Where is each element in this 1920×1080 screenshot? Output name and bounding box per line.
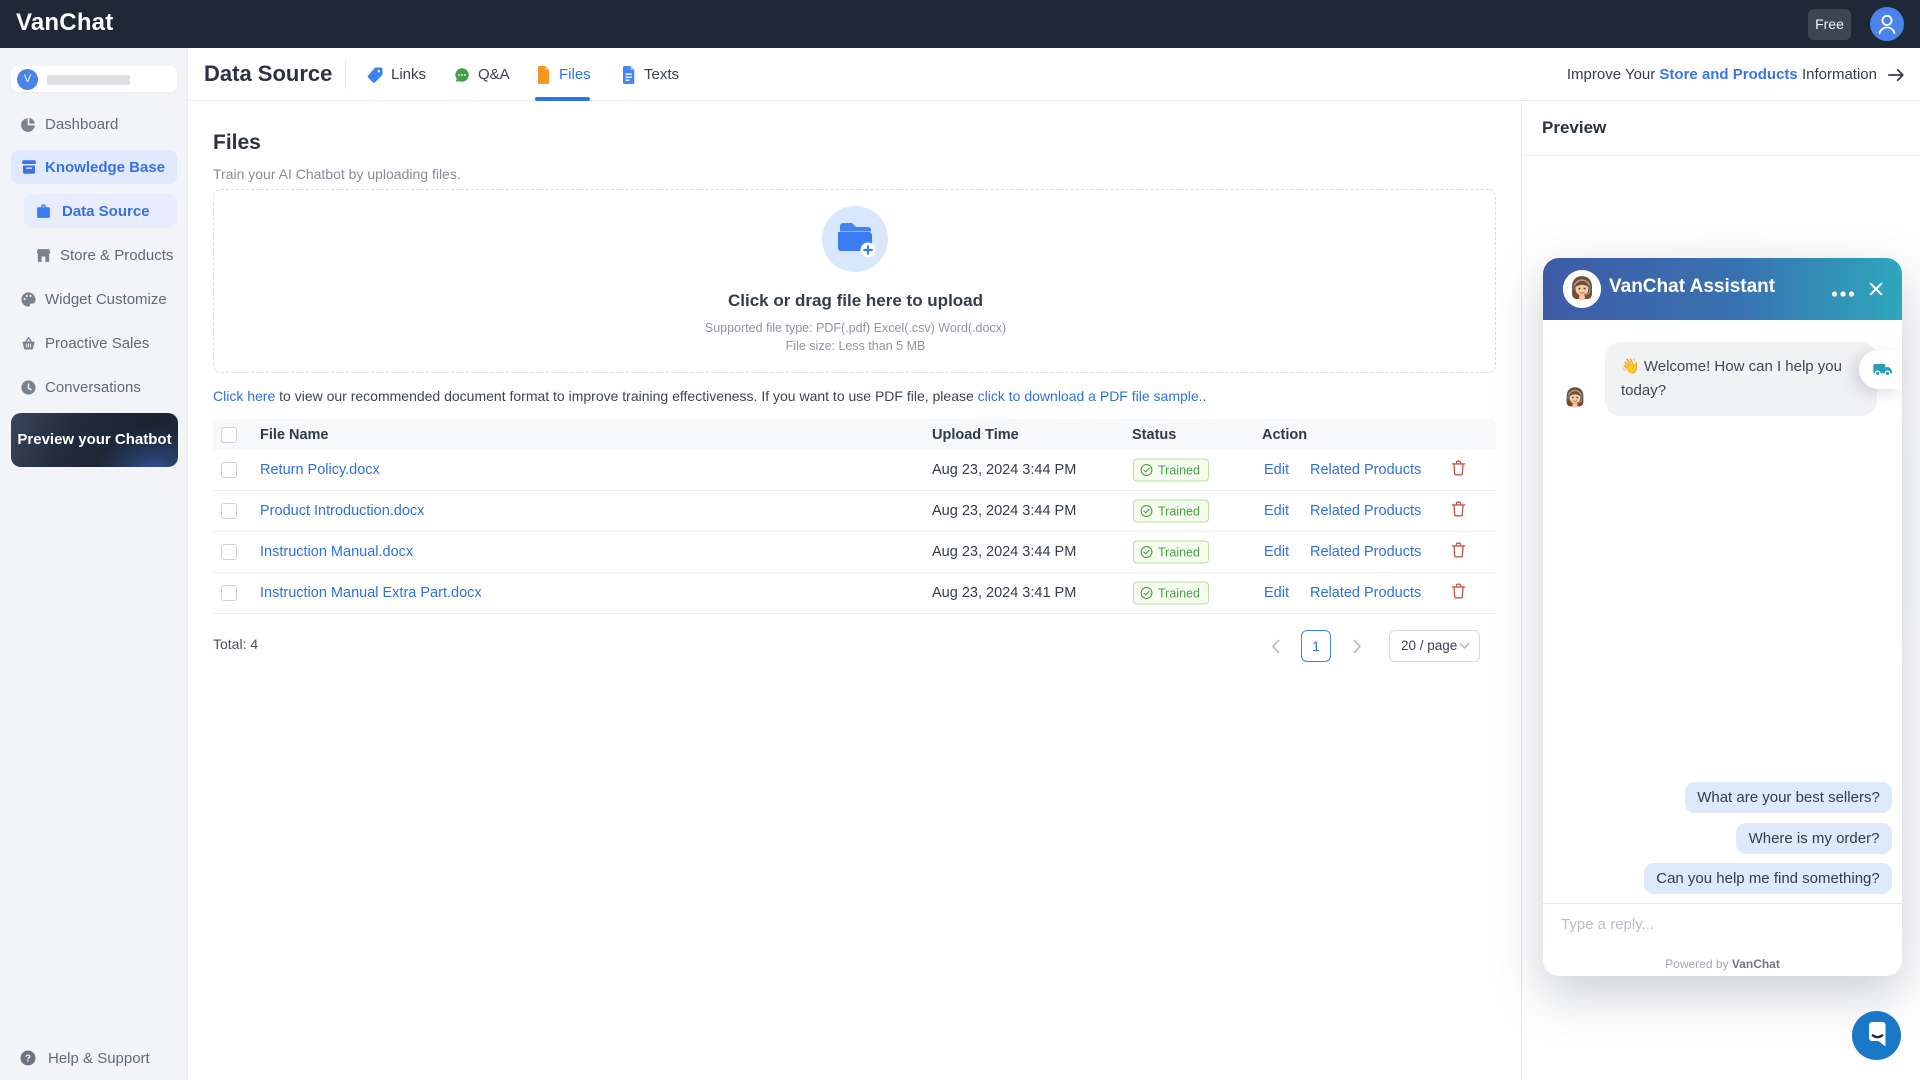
svg-text:?: ? [25, 1053, 31, 1064]
